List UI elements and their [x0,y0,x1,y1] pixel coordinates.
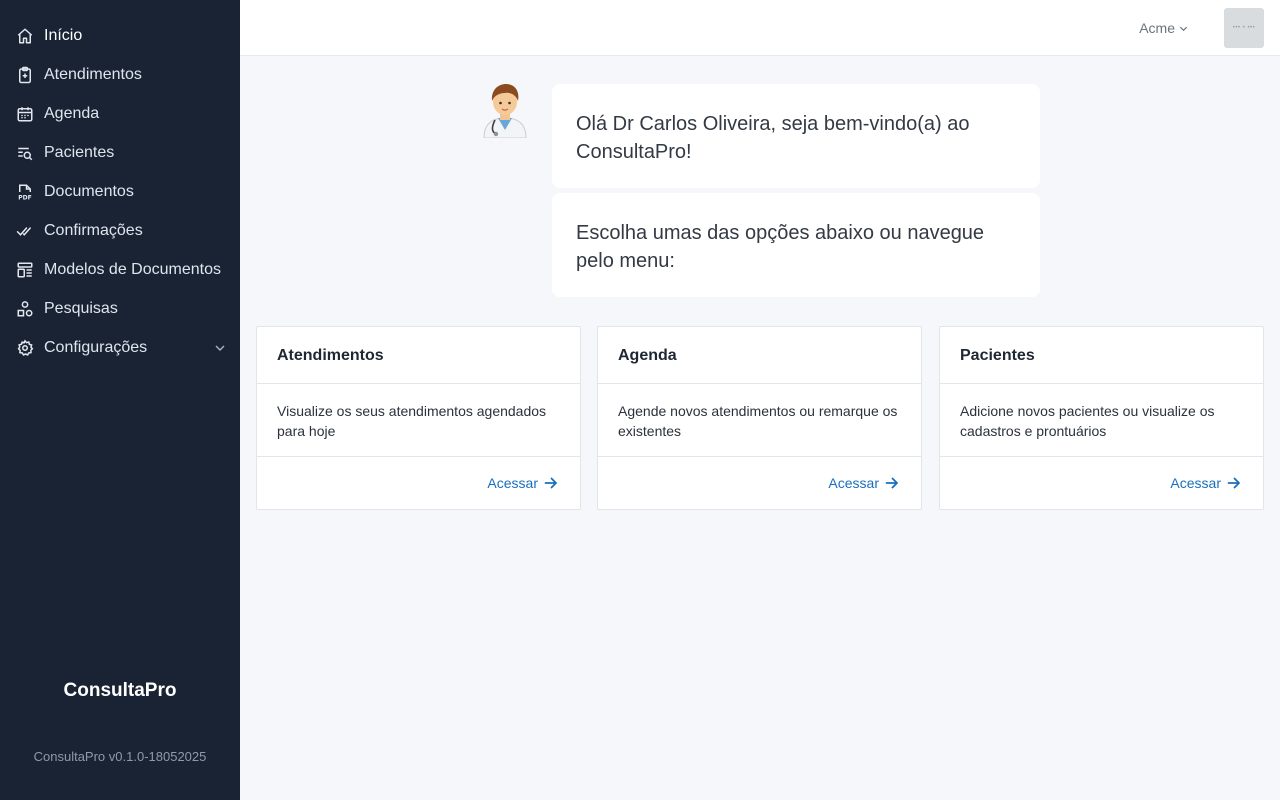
doctor-emoji-icon [478,80,532,139]
arrow-right-icon [1227,477,1240,489]
organization-selector[interactable]: Acme [1139,20,1188,36]
sidebar-item-agenda[interactable]: Agenda [0,94,240,133]
chevron-down-icon [215,345,225,351]
arrow-right-icon [544,477,557,489]
calendar-icon [16,105,34,123]
welcome-greeting: Olá Dr Carlos Oliveira, seja bem-vindo(a… [552,84,1040,188]
access-agenda-link[interactable]: Acessar [828,475,899,491]
avatar-placeholder-text: ••• • ••• [1232,25,1256,31]
card-footer: Acessar [598,457,921,509]
list-search-icon [16,144,34,162]
sidebar-item-configuracoes[interactable]: Configurações [0,328,240,367]
sidebar-item-label: Confirmações [44,221,143,239]
sidebar-item-inicio[interactable]: Início [0,16,240,55]
svg-text:PDF: PDF [18,194,31,201]
card-atendimentos: Atendimentos Visualize os seus atendimen… [256,326,581,510]
gear-icon [16,338,34,357]
sidebar-item-confirmacoes[interactable]: Confirmações [0,211,240,250]
card-title: Pacientes [940,327,1263,384]
avatar[interactable]: ••• • ••• [1224,8,1264,48]
access-atendimentos-link[interactable]: Acessar [487,475,558,491]
sidebar-item-label: Agenda [44,104,100,122]
sidebar-item-atendimentos[interactable]: Atendimentos [0,55,240,94]
sidebar-item-label: Atendimentos [44,65,142,83]
home-icon [16,27,34,45]
app-version: ConsultaPro v0.1.0-18052025 [33,749,207,764]
sidebar-item-pacientes[interactable]: Pacientes [0,133,240,172]
sidebar-item-label: Configurações [44,338,148,356]
card-title: Atendimentos [257,327,580,384]
sidebar-item-label: Início [44,26,83,44]
card-description: Agende novos atendimentos ou remarque os… [598,384,921,457]
sidebar-item-label: Pesquisas [44,299,118,317]
template-icon [16,261,34,279]
sidebar-item-label: Pacientes [44,143,115,161]
shapes-icon [16,300,34,318]
top-bar: Acme ••• • ••• [240,0,1280,56]
card-pacientes: Pacientes Adicione novos pacientes ou vi… [939,326,1264,510]
card-footer: Acessar [257,457,580,509]
card-description: Adicione novos pacientes ou visualize os… [940,384,1263,457]
card-description: Visualize os seus atendimentos agendados… [257,384,580,457]
double-check-icon [16,222,34,240]
pdf-file-icon: PDF [16,183,34,201]
arrow-right-icon [885,477,898,489]
chevron-down-icon [1179,26,1188,31]
card-agenda: Agenda Agende novos atendimentos ou rema… [597,326,922,510]
access-link-label: Acessar [1170,475,1221,491]
card-title: Agenda [598,327,921,384]
sidebar-brand: ConsultaPro [63,680,177,701]
sidebar-item-label: Modelos de Documentos [44,260,221,278]
sidebar: Início Atendimentos Agenda Pacientes PDF… [0,0,240,800]
sidebar-item-pesquisas[interactable]: Pesquisas [0,289,240,328]
sidebar-item-label: Documentos [44,182,134,200]
organization-name: Acme [1139,20,1175,36]
access-link-label: Acessar [487,475,538,491]
card-footer: Acessar [940,457,1263,509]
welcome-instruction: Escolha umas das opções abaixo ou navegu… [552,193,1040,297]
clipboard-icon [16,66,34,84]
sidebar-item-documentos[interactable]: PDF Documentos [0,172,240,211]
sidebar-item-modelos-de-documentos[interactable]: Modelos de Documentos [0,250,240,289]
access-link-label: Acessar [828,475,879,491]
sidebar-nav: Início Atendimentos Agenda Pacientes PDF… [0,0,240,367]
access-pacientes-link[interactable]: Acessar [1170,475,1241,491]
